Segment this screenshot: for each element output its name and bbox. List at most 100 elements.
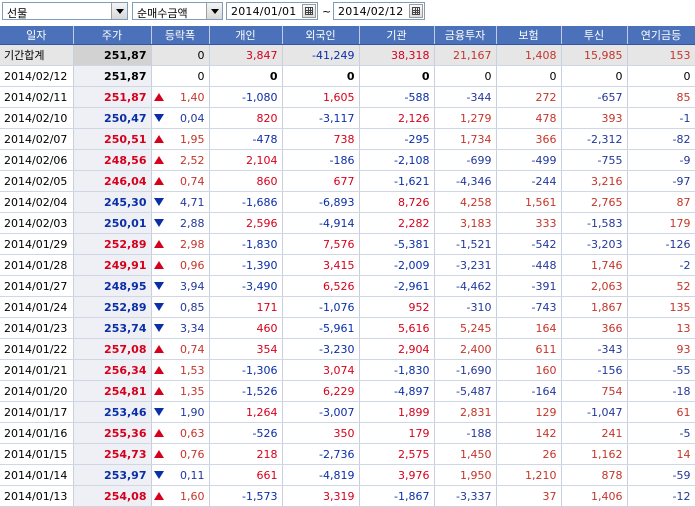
cell-change-value: 1,90 — [180, 405, 205, 419]
cell-pension-value: -59 — [672, 468, 691, 482]
table-row[interactable]: 2014/01/15 254,73 0,76 218 -2,736 2,575 1,450 2… — [0, 443, 695, 465]
cell-change: 0,04 — [151, 107, 210, 129]
type-select[interactable]: 순매수금액 — [132, 2, 223, 20]
table-row[interactable]: 2014/01/17 253,46 1,90 1,264 -3,007 1,899 2,83… — [0, 401, 695, 423]
cell-pension: -97 — [627, 170, 695, 192]
cell-trust: 1,867 — [561, 296, 628, 318]
table-row[interactable]: 2014/01/16 255,36 0,63 -526 350 179 -188 142 241… — [0, 422, 695, 444]
cell-individual-value: 171 — [256, 300, 278, 314]
table-row[interactable]: 2014/02/07 250,51 1,95 -478 738 -295 1,734 366 -… — [0, 128, 695, 150]
cell-trust-value: 0 — [615, 69, 623, 83]
cell-date: 2014/02/05 — [0, 170, 74, 192]
total-row[interactable]: 기간합계 251,87 0 3,847 -41,249 38,318 21,16… — [0, 44, 695, 66]
cell-insurance-value: 160 — [535, 363, 557, 377]
cell-insurance: 142 — [496, 422, 562, 444]
triangle-up-icon — [153, 387, 164, 395]
cell-insurance: 272 — [496, 86, 562, 108]
market-dropdown-button[interactable] — [111, 3, 127, 19]
cell-fin-invest: -3,231 — [434, 254, 497, 276]
table-row[interactable]: 2014/01/14 253,97 0,11 661 -4,819 3,976 1,950 1… — [0, 464, 695, 486]
col-header-insurance[interactable]: 보험 — [496, 26, 562, 45]
col-header-foreign[interactable]: 외국인 — [282, 26, 360, 45]
triangle-up-icon — [153, 156, 164, 164]
cell-date-value: 2014/01/23 — [4, 321, 68, 335]
table-row[interactable]: 2014/01/24 252,89 0,85 171 -1,076 952 -310 -743… — [0, 296, 695, 318]
cell-price: 252,89 — [73, 233, 152, 255]
cell-pension-value: -82 — [672, 132, 691, 146]
calendar-icon[interactable] — [409, 4, 423, 18]
cell-foreign: -2,736 — [282, 443, 360, 465]
cell-individual-value: -1,306 — [242, 363, 278, 377]
table-row[interactable]: 2014/01/21 256,34 1,53 -1,306 3,074 -1,830 -1,… — [0, 359, 695, 381]
cell-trust-value: -156 — [597, 363, 623, 377]
table-row[interactable]: 2014/02/05 246,04 0,74 860 677 -1,621 -4,346 -2… — [0, 170, 695, 192]
table-row[interactable]: 2014/02/03 250,01 2,88 2,596 -4,914 2,282 3,18… — [0, 212, 695, 234]
cell-date-value: 2014/01/16 — [4, 426, 68, 440]
cell-foreign: 7,576 — [282, 233, 360, 255]
cell-institution: -295 — [359, 128, 435, 150]
col-header-individual[interactable]: 개인 — [209, 26, 283, 45]
cell-foreign-value: 738 — [333, 132, 355, 146]
table-row[interactable]: 2014/02/06 248,56 2,52 2,104 -186 -2,108 -699 -… — [0, 149, 695, 171]
cell-price: 245,30 — [73, 191, 152, 213]
table-row[interactable]: 2014/01/13 254,08 1,60 -1,573 3,319 -1,867 -3,… — [0, 485, 695, 507]
cell-date: 2014/01/21 — [0, 359, 74, 381]
type-dropdown-button[interactable] — [206, 3, 222, 19]
calendar-icon[interactable] — [302, 4, 316, 18]
investor-trading-window: 선물 순매수금액 2014/01/01 ~ 2014/02/12 일자 주가 등… — [0, 0, 695, 507]
cell-trust-value: 754 — [601, 384, 623, 398]
table-row[interactable]: 2014/01/29 252,89 2,98 -1,830 7,576 -5,381 -1,… — [0, 233, 695, 255]
triangle-down-icon — [153, 282, 164, 290]
table-row[interactable]: 2014/01/27 248,95 3,94 -3,490 6,526 -2,961 -4,… — [0, 275, 695, 297]
cell-price-value: 253,46 — [104, 405, 147, 419]
table-row[interactable]: 2014/02/04 245,30 4,71 -1,686 -6,893 8,726 4,2… — [0, 191, 695, 213]
table-row[interactable]: 2014/02/10 250,47 0,04 820 -3,117 2,126 1,279 4… — [0, 107, 695, 129]
col-header-trust[interactable]: 투신 — [561, 26, 628, 45]
triangle-down-icon — [153, 408, 164, 416]
triangle-up-icon — [153, 450, 164, 458]
cell-price-value: 253,97 — [104, 468, 147, 482]
cell-insurance-value: 478 — [535, 111, 557, 125]
cell-foreign-value: -4,914 — [319, 216, 355, 230]
cell-fin-invest: 1,950 — [434, 464, 497, 486]
cell-foreign-value: 1,605 — [323, 90, 355, 104]
cell-pension: 135 — [627, 296, 695, 318]
col-header-change[interactable]: 등락폭 — [151, 26, 210, 45]
cell-institution: 2,904 — [359, 338, 435, 360]
cell-foreign: -3,007 — [282, 401, 360, 423]
cell-date-value: 2014/01/20 — [4, 384, 68, 398]
table-row[interactable]: 2014/02/12 251,87 0 0 0 0 0 0 0 0 — [0, 65, 695, 87]
cell-individual: 820 — [209, 107, 283, 129]
cell-individual: 2,104 — [209, 149, 283, 171]
col-header-fin-invest[interactable]: 금융투자 — [434, 26, 497, 45]
cell-insurance: 26 — [496, 443, 562, 465]
table-row[interactable]: 2014/01/20 254,81 1,35 -1,526 6,229 -4,897 -5,… — [0, 380, 695, 402]
cell-insurance: -244 — [496, 170, 562, 192]
table-row[interactable]: 2014/02/11 251,87 1,40 -1,080 1,605 -588 -344 2… — [0, 86, 695, 108]
col-header-institution[interactable]: 기관 — [359, 26, 435, 45]
col-header-price[interactable]: 주가 — [73, 26, 152, 45]
table-row[interactable]: 2014/01/28 249,91 0,96 -1,390 3,415 -2,009 -3,… — [0, 254, 695, 276]
cell-pension-value: 85 — [676, 90, 691, 104]
cell-trust-value: 1,406 — [591, 489, 623, 503]
cell-trust-value: -1,583 — [587, 216, 623, 230]
cell-trust-value: -3,203 — [587, 237, 623, 251]
cell-fin-invest-value: -1,521 — [456, 237, 492, 251]
cell-change: 1,60 — [151, 485, 210, 507]
col-header-pension[interactable]: 연기금등 — [627, 26, 695, 45]
cell-pension-value: 179 — [669, 216, 691, 230]
cell-trust-value: 2,063 — [591, 279, 623, 293]
cell-pension: 85 — [627, 86, 695, 108]
cell-fin-invest: -310 — [434, 296, 497, 318]
col-header-date[interactable]: 일자 — [0, 26, 74, 45]
date-to-input[interactable]: 2014/02/12 — [333, 2, 425, 20]
cell-price: 248,56 — [73, 149, 152, 171]
table-row[interactable]: 2014/01/22 257,08 0,74 354 -3,230 2,904 2,400 6… — [0, 338, 695, 360]
table-row[interactable]: 2014/01/23 253,74 3,34 460 -5,961 5,616 5,245 1… — [0, 317, 695, 339]
cell-fin-invest-value: -699 — [466, 153, 492, 167]
market-select[interactable]: 선물 — [2, 2, 128, 20]
cell-pension-value: 14 — [676, 447, 691, 461]
date-from-input[interactable]: 2014/01/01 — [226, 2, 318, 20]
cell-price-value: 246,04 — [104, 174, 147, 188]
cell-institution: -5,381 — [359, 233, 435, 255]
